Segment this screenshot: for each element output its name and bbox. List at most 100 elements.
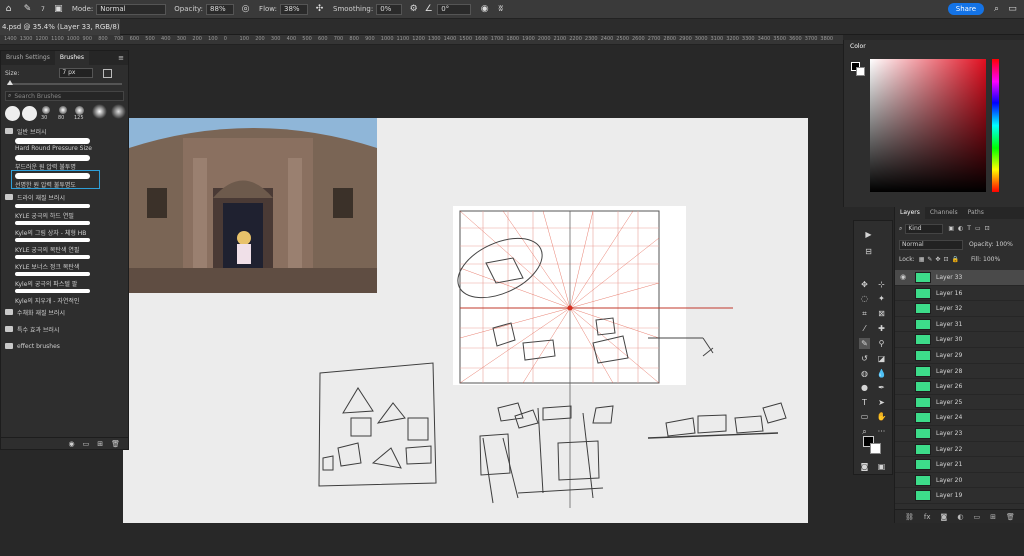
magic-wand-icon[interactable]: ✦ [876,293,887,304]
tab-paths[interactable]: Paths [963,207,989,219]
filter-type-icon[interactable]: T [967,225,971,232]
filter-adjustment-icon[interactable]: ◐ [958,225,963,232]
layer-row[interactable]: Layer 16 [895,286,1024,302]
lock-all-icon[interactable]: 🔒 [951,256,958,263]
lock-position-icon[interactable]: ✥ [935,256,940,263]
more-tools-icon[interactable]: ··· [876,426,887,437]
panel-menu-icon[interactable]: ≡ [118,54,124,62]
type-tool-icon[interactable]: T [859,397,870,408]
history-brush-icon[interactable]: ↺ [859,353,870,364]
hue-slider[interactable] [992,59,999,192]
filter-pixel-icon[interactable]: ▣ [948,225,954,232]
slider-thumb[interactable] [7,80,13,85]
screen-mode-icon[interactable]: ▣ [876,461,887,472]
brush-group-0[interactable]: 일반 브러시 [1,126,128,136]
search-brushes-field[interactable]: ⌕ Search Brushes [5,91,124,101]
pressure-size-icon[interactable]: ◉ [479,4,490,15]
lock-transparency-icon[interactable]: ▦ [919,256,925,263]
lock-artboard-icon[interactable]: ⊡ [943,256,948,263]
preset-soft-1[interactable] [42,106,50,114]
layer-style-icon[interactable]: fx [924,513,931,521]
background-swatch[interactable] [856,67,865,76]
brush-group-2[interactable]: 수채화 재질 브러시 [1,307,128,317]
opacity-input[interactable]: 100% [996,241,1013,248]
new-brush-icon[interactable] [103,68,113,78]
rectangle-tool-icon[interactable]: ▭ [859,411,870,422]
lasso-tool-icon[interactable]: ◌ [859,293,870,304]
tab-channels[interactable]: Channels [925,207,963,219]
tab-layers[interactable]: Layers [895,207,925,219]
adjustment-layer-icon[interactable]: ◐ [957,513,963,521]
preset-soft-2[interactable] [59,106,67,114]
brush-group-4[interactable]: effect brushes [1,341,128,351]
brush-item-selected[interactable]: 선명한 원 압력 불투명도 [11,170,100,189]
crop-tool-icon[interactable]: ⌗ [859,308,870,319]
pressure-opacity-icon[interactable]: ◎ [240,4,251,15]
layer-row[interactable]: ◉ Layer 33 [895,270,1024,286]
layer-row[interactable]: Layer 23 [895,426,1024,442]
dodge-tool-icon[interactable]: ● [859,382,870,393]
layer-row[interactable]: Layer 20 [895,473,1024,489]
frame-tool-icon[interactable]: ⊠ [876,308,887,319]
trash-icon[interactable]: 🗑 [1006,513,1015,521]
new-brush-icon[interactable]: ⊞ [97,440,103,448]
pen-tool-icon[interactable]: ✒ [876,382,887,393]
new-group-icon[interactable]: ▭ [83,440,90,448]
layer-row[interactable]: Layer 22 [895,442,1024,458]
layer-row[interactable]: Layer 31 [895,317,1024,333]
eyedropper-icon[interactable]: ⁄ [859,323,870,334]
path-selection-icon[interactable]: ➤ [876,397,887,408]
kind-filter-select[interactable]: Kind [905,223,944,234]
brush-item[interactable]: Kyle의 그림 상자 - 체형 HB [1,219,128,237]
layer-comps-icon[interactable]: ⊟ [863,246,874,257]
new-group-icon[interactable]: ▭ [973,513,980,521]
view-toggle-icon[interactable]: ◉ [69,440,75,448]
tab-brushes[interactable]: Brushes [54,51,89,65]
layer-row[interactable]: Layer 21 [895,457,1024,473]
flow-input[interactable]: 38% [280,3,309,15]
lock-pixels-icon[interactable]: ✎ [927,256,932,263]
gear-icon[interactable]: ⚙ [408,4,419,15]
brush-size-display[interactable]: 7 [41,6,45,13]
color-field[interactable] [870,59,986,192]
brush-settings-icon[interactable]: ▣ [53,4,64,15]
brush-group-3[interactable]: 특수 효과 브러시 [1,324,128,334]
brush-item[interactable]: Kyle의 궁극의 파스텔 팔 [1,270,128,288]
brush-item[interactable]: KYLE 궁극의 목탄색 연필 [1,236,128,254]
preset-soft-4[interactable] [92,104,107,119]
background-color-swatch[interactable] [870,443,881,454]
layer-row[interactable]: Layer 25 [895,395,1024,411]
brush-item[interactable]: 부드러운 원 압력 불투명 [1,153,128,171]
brush-item[interactable]: KYLE 보너스 정크 목탄색 [1,253,128,271]
brush-tool-icon[interactable]: ✎ [22,4,33,15]
link-layers-icon[interactable]: ⛓ [905,513,914,521]
brush-item[interactable]: KYLE 궁극의 하드 연필 [1,202,128,220]
filter-smart-icon[interactable]: ⊡ [985,225,990,232]
brush-group-1[interactable]: 드라이 재질 브러시 [1,192,128,202]
paint-bucket-icon[interactable]: ◍ [859,368,870,379]
quick-mask-icon[interactable]: ◙ [859,461,870,472]
eraser-icon[interactable]: ◪ [876,353,887,364]
size-slider[interactable] [7,80,122,85]
layer-mask-icon[interactable]: ◙ [941,513,948,521]
filter-shape-icon[interactable]: ▭ [975,225,981,232]
share-button[interactable]: Share [947,3,984,15]
angle-input[interactable]: 0° [437,3,472,15]
mode-select[interactable]: Normal [96,3,167,15]
blend-mode-select[interactable]: Normal [899,239,963,250]
color-panel-tab[interactable]: Color [850,43,866,50]
preset-hard-round-1[interactable] [5,106,20,121]
symmetry-icon[interactable]: ʬ [495,4,506,15]
document-canvas[interactable] [123,118,808,523]
layer-row[interactable]: Layer 19 [895,488,1024,504]
preset-hard-round-2[interactable] [22,106,37,121]
layer-row[interactable]: Layer 29 [895,348,1024,364]
home-icon[interactable]: ⌂ [3,4,14,15]
tab-brush-settings[interactable]: Brush Settings [1,51,55,65]
airbrush-icon[interactable]: ✣ [314,4,325,15]
new-layer-icon[interactable]: ⊞ [990,513,996,521]
opacity-input[interactable]: 88% [206,3,235,15]
brush-tool-icon[interactable]: ✎ [859,338,870,349]
layer-row[interactable]: Layer 28 [895,364,1024,380]
hand-tool-icon[interactable]: ✋ [876,411,887,422]
